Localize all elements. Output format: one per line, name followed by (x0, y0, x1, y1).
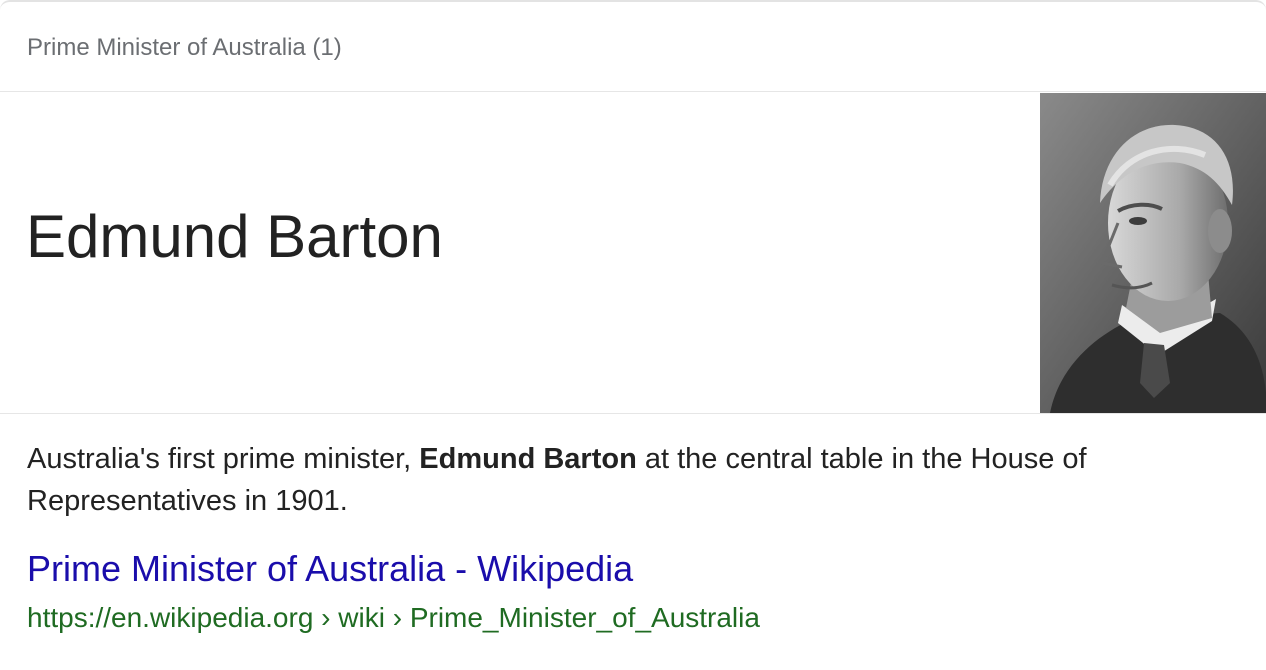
portrait-illustration (1040, 93, 1266, 413)
answer-title: Edmund Barton (26, 203, 443, 270)
featured-snippet-card: Prime Minister of Australia (1) Edmund B… (0, 0, 1266, 670)
answer-row: Edmund Barton (0, 93, 1266, 414)
snippet-text-before: Australia's first prime minister, (27, 443, 420, 475)
snippet-text-bold: Edmund Barton (419, 443, 637, 475)
portrait-photo-icon[interactable] (1040, 93, 1266, 413)
snippet-header: Prime Minister of Australia (1) (0, 2, 1266, 92)
header-label: Prime Minister of Australia (1) (27, 34, 342, 61)
result-url: https://en.wikipedia.org › wiki › Prime_… (27, 602, 760, 633)
result-title-link[interactable]: Prime Minister of Australia - Wikipedia (27, 548, 633, 590)
snippet-text: Australia's first prime minister, Edmund… (27, 438, 1227, 522)
